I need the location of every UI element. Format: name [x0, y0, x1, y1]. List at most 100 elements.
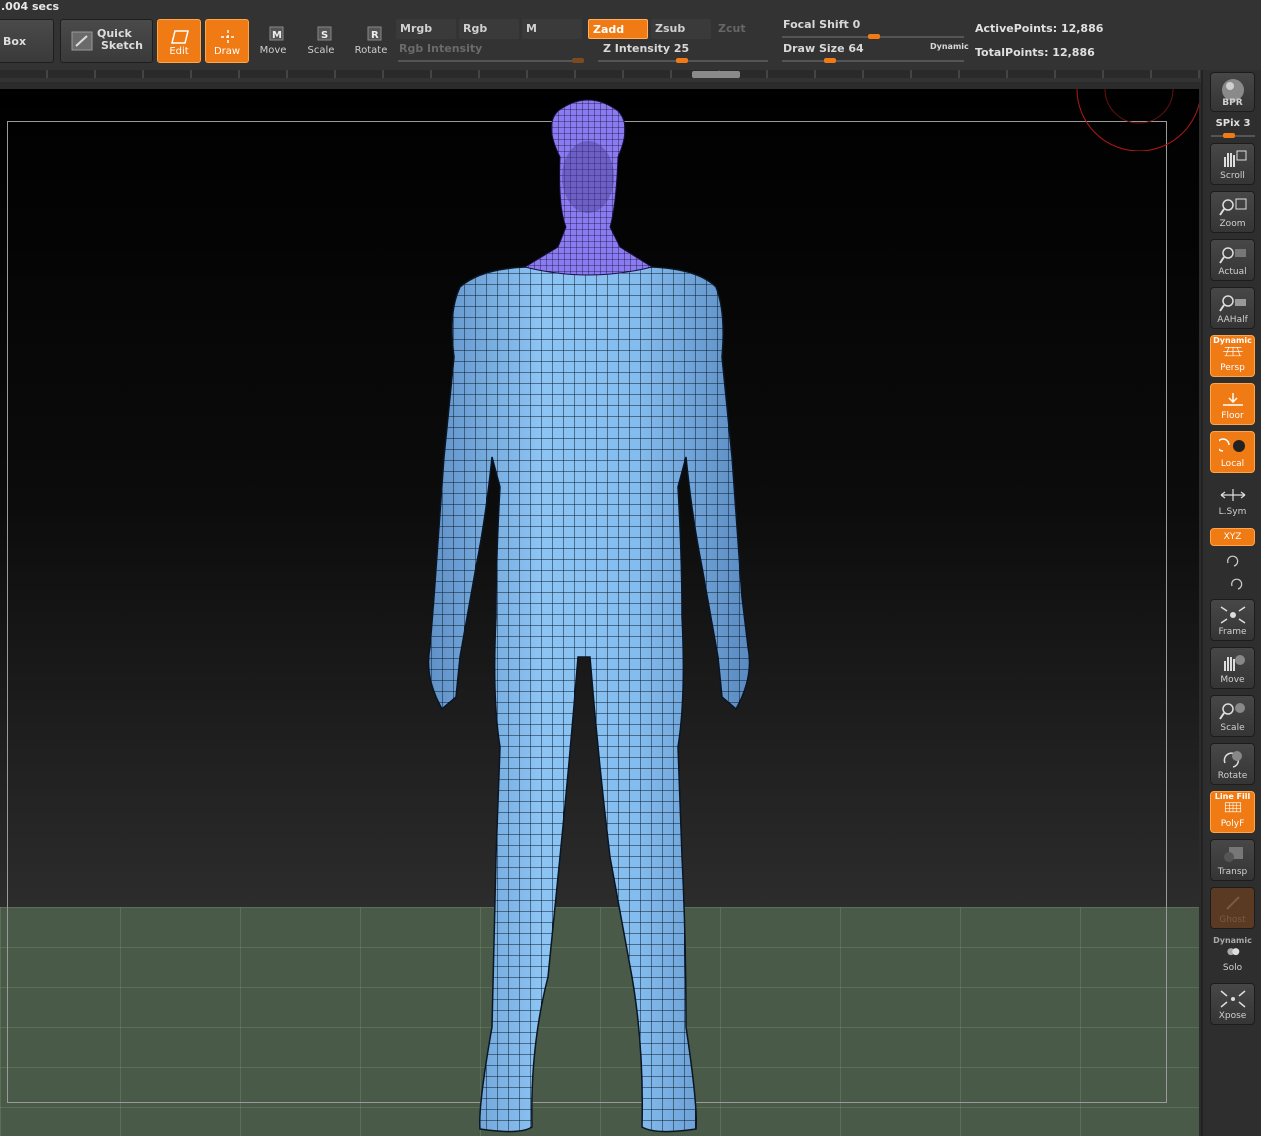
polyframe-grid-icon: [1224, 802, 1241, 813]
scale-view-button[interactable]: Scale: [1210, 695, 1255, 737]
zoom-label: Zoom: [1219, 219, 1246, 229]
dynamic-toggle[interactable]: Dynamic: [930, 42, 969, 51]
edit-icon: [171, 30, 189, 44]
solo-spheres-icon: [1226, 948, 1239, 956]
edit-button[interactable]: Edit: [157, 19, 201, 63]
bpr-label: BPR: [1222, 98, 1243, 108]
spix-knob[interactable]: [1223, 133, 1235, 138]
m-toggle[interactable]: M: [522, 19, 582, 39]
y-rotate-icon[interactable]: [1225, 553, 1239, 567]
edit-label: Edit: [169, 46, 189, 57]
move-tool-icon: M: [269, 26, 284, 41]
move-view-label: Move: [1220, 675, 1245, 685]
rgb-intensity-knob[interactable]: [572, 58, 584, 63]
polyf-linefill-label: Line Fill: [1214, 792, 1251, 801]
persp-button[interactable]: Dynamic Persp: [1210, 335, 1255, 377]
ghost-icon: [1225, 896, 1240, 910]
z-rotate-icon[interactable]: [1229, 576, 1243, 590]
draw-button[interactable]: Draw: [205, 19, 249, 63]
rotate-tool-button[interactable]: R Rotate: [350, 20, 392, 66]
move-view-button[interactable]: Move: [1210, 647, 1255, 689]
mesh-body: [427, 266, 751, 1133]
polyf-button[interactable]: Line Fill PolyF: [1210, 791, 1255, 833]
mrgb-toggle[interactable]: Mrgb: [396, 19, 456, 39]
xyz-label: XYZ: [1223, 532, 1242, 542]
zsub-toggle[interactable]: Zsub: [651, 19, 711, 39]
frame-label: Frame: [1218, 627, 1247, 637]
perspective-grid-icon: [1222, 347, 1243, 357]
xpose-button[interactable]: Xpose: [1210, 983, 1255, 1025]
zoom-magnifier-icon: [1218, 198, 1246, 216]
timeline-ruler: [0, 70, 1200, 78]
transp-button[interactable]: Transp: [1210, 839, 1255, 881]
lsym-label: L.Sym: [1218, 507, 1247, 517]
move-tool-label: Move: [259, 45, 287, 56]
draw-size-label: Draw Size 64: [783, 42, 864, 55]
aahalf-button[interactable]: AAHalf: [1210, 287, 1255, 329]
quick-sketch-button[interactable]: Quick Sketch: [60, 19, 153, 63]
viewport-canvas[interactable]: [0, 89, 1199, 1136]
draw-size-knob[interactable]: [824, 58, 836, 63]
ghost-label: Ghost: [1219, 915, 1246, 925]
move-tool-button[interactable]: M Move: [252, 20, 294, 66]
box-button[interactable]: Box: [0, 19, 54, 63]
local-button[interactable]: Local: [1210, 431, 1255, 473]
z-intensity-knob[interactable]: [676, 58, 688, 63]
scale-tool-label: Scale: [307, 45, 335, 56]
xpose-arrows-icon: [1220, 990, 1245, 1008]
draw-label: Draw: [213, 46, 241, 57]
rotate-tool-icon: R: [367, 26, 382, 41]
zcut-toggle[interactable]: Zcut: [714, 19, 758, 39]
orientation-gizmo-icon[interactable]: [1074, 89, 1199, 151]
focal-shift-label: Focal Shift 0: [783, 18, 861, 31]
box-label: Box: [3, 35, 27, 48]
rotate-view-button[interactable]: Rotate: [1210, 743, 1255, 785]
focal-shift-knob[interactable]: [868, 34, 880, 39]
local-rotate-icon: [1218, 438, 1245, 452]
actual-label: Actual: [1218, 267, 1247, 277]
frame-button[interactable]: Frame: [1210, 599, 1255, 641]
lsym-button[interactable]: L.Sym: [1210, 479, 1255, 521]
scale-tool-button[interactable]: S Scale: [300, 20, 342, 66]
rgb-toggle[interactable]: Rgb: [459, 19, 519, 39]
draw-icon: [221, 30, 235, 44]
timeline-handle[interactable]: [692, 71, 740, 78]
solo-button[interactable]: Dynamic Solo: [1210, 935, 1255, 977]
floor-label: Floor: [1221, 411, 1244, 421]
mesh-masked-head: [523, 99, 654, 276]
xyz-button[interactable]: XYZ: [1210, 528, 1255, 546]
floor-button[interactable]: Floor: [1210, 383, 1255, 425]
z-intensity-label: Z Intensity 25: [603, 42, 690, 55]
ghost-button[interactable]: Ghost: [1210, 887, 1255, 929]
local-label: Local: [1220, 459, 1245, 469]
frame-icon: [1220, 606, 1245, 624]
quick-sketch-label-2: Sketch: [101, 39, 144, 52]
svg-text:M: M: [272, 30, 282, 41]
human-mesh-model[interactable]: [420, 97, 760, 1136]
rgb-intensity-label: Rgb Intensity: [399, 42, 483, 55]
active-points: ActivePoints: 12,886: [975, 22, 1104, 35]
actual-magnifier-icon: [1218, 247, 1246, 264]
lsym-arrows-icon: [1220, 489, 1245, 501]
move-hand-icon: [1223, 655, 1245, 671]
scroll-button[interactable]: Scroll: [1210, 143, 1255, 185]
rgb-intensity-track[interactable]: [398, 60, 584, 62]
draw-size-track[interactable]: [782, 60, 964, 62]
svg-text:S: S: [321, 30, 328, 41]
xpose-label: Xpose: [1218, 1011, 1247, 1021]
zadd-toggle[interactable]: Zadd: [588, 19, 648, 39]
bpr-button[interactable]: BPR: [1210, 72, 1255, 112]
zoom-button[interactable]: Zoom: [1210, 191, 1255, 233]
aahalf-label: AAHalf: [1217, 315, 1248, 325]
polyf-label: PolyF: [1220, 819, 1245, 829]
spix-label: SPix 3: [1215, 118, 1251, 129]
scale-magnifier-icon: [1218, 703, 1245, 720]
floor-icon: [1222, 393, 1243, 406]
actual-button[interactable]: Actual: [1210, 239, 1255, 281]
quick-sketch-icon: [71, 31, 93, 51]
scale-view-label: Scale: [1220, 723, 1245, 733]
total-points: TotalPoints: 12,886: [975, 46, 1095, 59]
rotate-arrow-icon: [1223, 751, 1242, 768]
persp-dynamic-label: Dynamic: [1213, 336, 1252, 345]
svg-text:R: R: [371, 30, 379, 41]
